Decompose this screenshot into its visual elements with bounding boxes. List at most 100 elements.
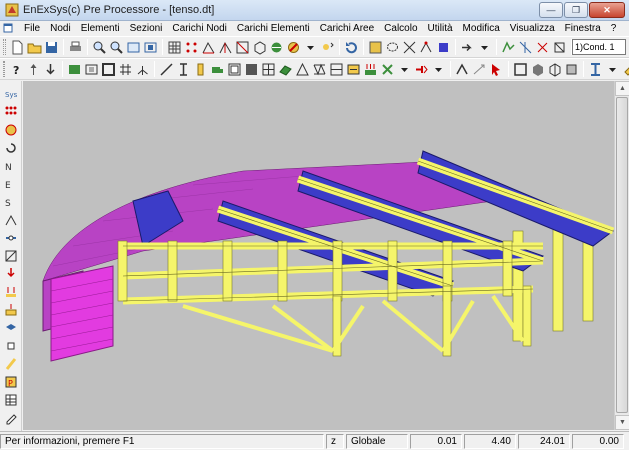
vertical-scrollbar[interactable]: ▲ ▼: [614, 81, 629, 430]
load-case-combo[interactable]: 1)Cond. 1: [572, 39, 626, 55]
constraint-tool-icon[interactable]: [379, 61, 396, 78]
line-tool-icon[interactable]: [158, 61, 175, 78]
dropdown-arrow-icon-2[interactable]: [476, 39, 493, 56]
menu-modifica[interactable]: Modifica: [458, 23, 505, 34]
solid-tool-icon[interactable]: [243, 61, 260, 78]
select-lasso-icon[interactable]: [384, 39, 401, 56]
menu-elementi[interactable]: Elementi: [76, 23, 125, 34]
section-rect-icon[interactable]: [83, 61, 100, 78]
document-icon[interactable]: [3, 23, 13, 33]
mesh-tool-icon[interactable]: [260, 61, 277, 78]
light-icon[interactable]: [319, 39, 336, 56]
truck-icon[interactable]: [209, 61, 226, 78]
down-arrow-icon[interactable]: [42, 61, 59, 78]
menu-utilita[interactable]: Utilità: [423, 23, 458, 34]
render-color-icon[interactable]: [285, 39, 302, 56]
zoom-window-icon[interactable]: [125, 39, 142, 56]
rotate-node-icon[interactable]: [2, 139, 20, 156]
force-tool-icon[interactable]: [413, 61, 430, 78]
view-wire-icon[interactable]: [546, 61, 563, 78]
frame-xy-icon[interactable]: [200, 39, 217, 56]
tool-a-icon[interactable]: [500, 39, 517, 56]
new-file-button[interactable]: [9, 39, 26, 56]
maximize-button[interactable]: ❐: [564, 2, 588, 18]
help-question-icon[interactable]: ?: [8, 61, 25, 78]
print-button[interactable]: [67, 39, 84, 56]
plate-tool-icon[interactable]: [226, 61, 243, 78]
dropdown-arrow-icon-5[interactable]: [604, 61, 621, 78]
close-button[interactable]: ✕: [589, 2, 625, 18]
node-dot-icon[interactable]: [2, 337, 20, 354]
section-number-icon[interactable]: S: [2, 193, 20, 210]
select-nodes-icon[interactable]: [418, 39, 435, 56]
frame-xz-icon[interactable]: [217, 39, 234, 56]
section-frame-icon[interactable]: [100, 61, 117, 78]
truss-tool-icon[interactable]: [311, 61, 328, 78]
rotate-x-icon[interactable]: [454, 61, 471, 78]
select-element-icon[interactable]: [367, 39, 384, 56]
menu-nodi[interactable]: Nodi: [45, 23, 76, 34]
node-grid-icon[interactable]: [183, 39, 200, 56]
toolbar-grip-2[interactable]: [3, 61, 5, 77]
tool-b-icon[interactable]: [517, 39, 534, 56]
view-iso-icon[interactable]: [529, 61, 546, 78]
menu-visualizza[interactable]: Visualizza: [505, 23, 560, 34]
pointer-icon[interactable]: [488, 61, 505, 78]
view-top-icon[interactable]: [563, 61, 580, 78]
menu-file[interactable]: File: [19, 23, 45, 34]
scroll-up-arrow[interactable]: ▲: [615, 81, 629, 96]
select-cross-icon[interactable]: [401, 39, 418, 56]
menu-carichi-nodi[interactable]: Carichi Nodi: [167, 23, 231, 34]
edit-icon[interactable]: [2, 409, 20, 426]
spring-icon[interactable]: [2, 355, 20, 372]
section-i-icon[interactable]: [587, 61, 604, 78]
tool-d-icon[interactable]: [551, 39, 568, 56]
rotate-y-icon[interactable]: [471, 61, 488, 78]
zoom-out-icon[interactable]: [108, 39, 125, 56]
wall-tool-icon[interactable]: [328, 61, 345, 78]
tool-c-icon[interactable]: [534, 39, 551, 56]
menu-carichi-aree[interactable]: Carichi Aree: [315, 23, 379, 34]
toolbar-grip[interactable]: [3, 39, 6, 55]
model-viewport[interactable]: [23, 81, 614, 430]
zoom-in-icon[interactable]: [91, 39, 108, 56]
pin-icon[interactable]: [25, 61, 42, 78]
sphere-view-icon[interactable]: [268, 39, 285, 56]
column-tool-icon[interactable]: [192, 61, 209, 78]
load-node-icon[interactable]: [2, 265, 20, 282]
menu-finestra[interactable]: Finestra: [560, 23, 606, 34]
spring-tool-icon[interactable]: [345, 61, 362, 78]
view-front-icon[interactable]: [512, 61, 529, 78]
menu-sezioni[interactable]: Sezioni: [125, 23, 168, 34]
load-tool-icon[interactable]: [362, 61, 379, 78]
dropdown-arrow-icon-4[interactable]: [430, 61, 447, 78]
menu-calcolo[interactable]: Calcolo: [379, 23, 422, 34]
menu-carichi-elementi[interactable]: Carichi Elementi: [232, 23, 315, 34]
table-icon[interactable]: [2, 391, 20, 408]
arrow-dir-icon[interactable]: [459, 39, 476, 56]
menu-help[interactable]: ?: [606, 23, 622, 34]
structure-model[interactable]: [23, 81, 614, 430]
save-button[interactable]: [43, 39, 60, 56]
load-area-icon[interactable]: [2, 301, 20, 318]
section-p-icon[interactable]: P: [2, 373, 20, 390]
beam-tool-icon[interactable]: [175, 61, 192, 78]
scroll-thumb[interactable]: [616, 97, 628, 413]
refresh-icon[interactable]: [343, 39, 360, 56]
node-color-icon[interactable]: [2, 121, 20, 138]
axis-local-icon[interactable]: [2, 211, 20, 228]
grid-icon[interactable]: [166, 39, 183, 56]
scroll-down-arrow[interactable]: ▼: [615, 415, 629, 430]
paint-icon[interactable]: [621, 61, 629, 78]
frame-yz-icon[interactable]: [234, 39, 251, 56]
constraint-view-icon[interactable]: [2, 247, 20, 264]
section-green-icon[interactable]: [66, 61, 83, 78]
open-folder-button[interactable]: [26, 39, 43, 56]
hash-grid-icon[interactable]: [117, 61, 134, 78]
axis-icon[interactable]: [134, 61, 151, 78]
node-number-icon[interactable]: N: [2, 157, 20, 174]
load-element-icon[interactable]: [2, 283, 20, 300]
sys-coord-icon[interactable]: Sys: [2, 85, 20, 102]
select-group-icon[interactable]: [435, 39, 452, 56]
element-number-icon[interactable]: E: [2, 175, 20, 192]
